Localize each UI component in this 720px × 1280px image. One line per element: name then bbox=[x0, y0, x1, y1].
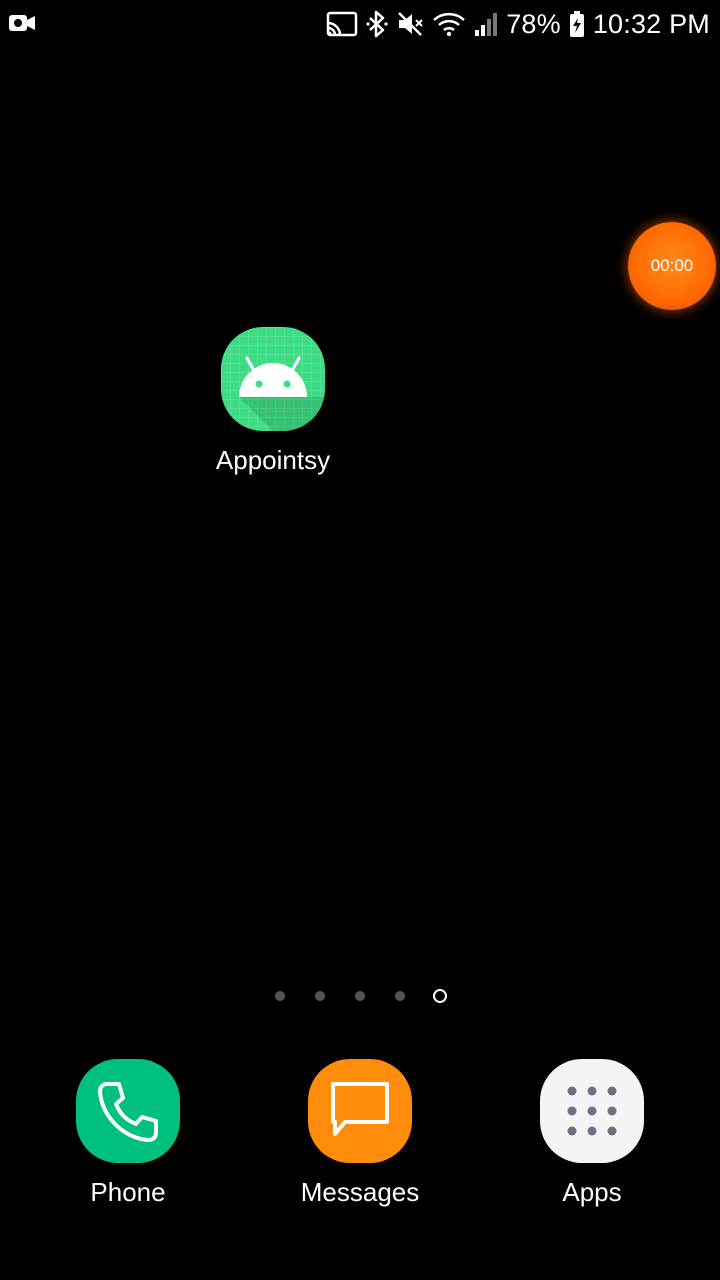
page-dot[interactable] bbox=[395, 991, 405, 1001]
dock-app-apps[interactable]: Apps bbox=[512, 1059, 672, 1208]
battery-percent: 78% bbox=[506, 8, 561, 39]
page-dot-active[interactable] bbox=[433, 989, 447, 1003]
apps-grid-icon bbox=[540, 1059, 644, 1163]
dock-app-messages[interactable]: Messages bbox=[280, 1059, 440, 1208]
screen-record-icon bbox=[8, 12, 36, 39]
app-label: Messages bbox=[300, 1177, 420, 1207]
bluetooth-icon bbox=[366, 10, 388, 38]
android-icon bbox=[221, 327, 325, 431]
status-bar: 78% 10:32 PM bbox=[0, 0, 720, 48]
app-icon-appointsy[interactable]: Appointsy bbox=[193, 327, 353, 476]
message-icon bbox=[308, 1059, 412, 1163]
recording-timer-button[interactable]: 00:00 bbox=[628, 222, 716, 310]
wifi-icon bbox=[432, 11, 466, 37]
cast-icon bbox=[326, 11, 358, 37]
signal-icon bbox=[474, 11, 498, 37]
dock-app-phone[interactable]: Phone bbox=[48, 1059, 208, 1208]
page-dot[interactable] bbox=[315, 991, 325, 1001]
battery-charging-icon bbox=[569, 10, 585, 38]
app-label: Apps bbox=[562, 1177, 622, 1207]
phone-icon bbox=[76, 1059, 180, 1163]
page-dot[interactable] bbox=[355, 991, 365, 1001]
app-label: Appointsy bbox=[215, 445, 331, 475]
page-dot[interactable] bbox=[275, 991, 285, 1001]
page-indicator bbox=[270, 986, 450, 1006]
clock: 10:32 PM bbox=[592, 8, 710, 39]
timer-label: 00:00 bbox=[650, 256, 694, 275]
app-label: Phone bbox=[90, 1177, 166, 1207]
mute-icon bbox=[396, 10, 424, 38]
